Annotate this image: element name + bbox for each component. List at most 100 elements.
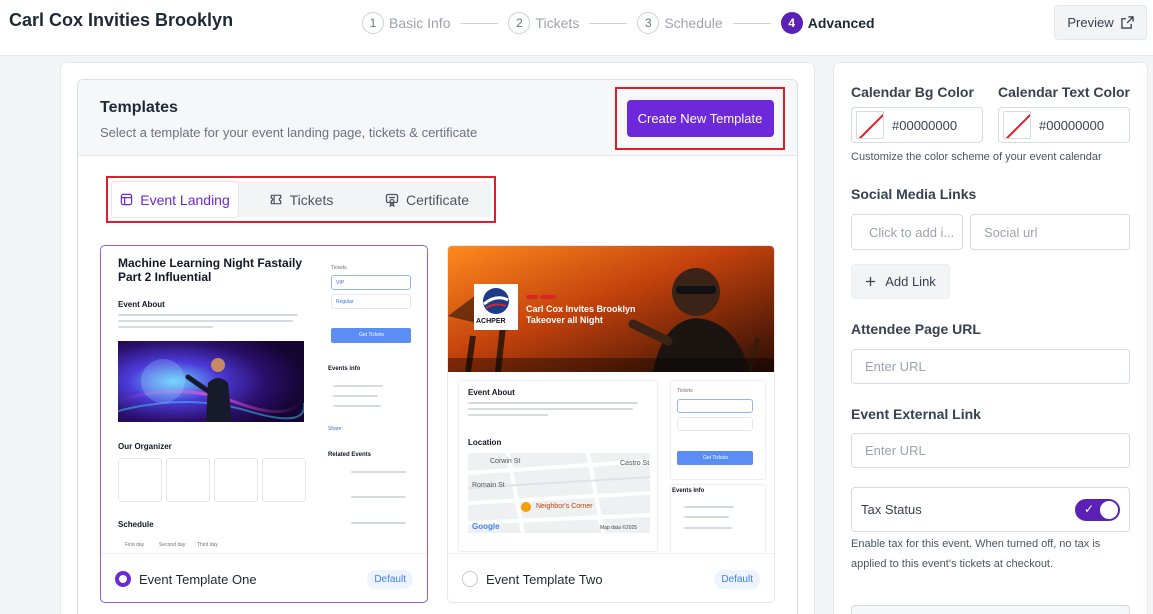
ticket-icon: [270, 194, 281, 205]
preview-text-line: [468, 414, 548, 416]
template-radio[interactable]: [115, 571, 131, 587]
attendee-url-input[interactable]: Enter URL: [851, 349, 1130, 384]
template-card-one[interactable]: Machine Learning Night Fastaily Part 2 I…: [100, 245, 428, 603]
preview-text-line: [468, 402, 638, 404]
step-label: Basic Info: [389, 15, 451, 31]
preview-third-day: Third day: [197, 542, 218, 548]
preview-text-line: [684, 506, 734, 508]
templates-header: Templates Select a template for your eve…: [78, 80, 797, 156]
preview-related-events: Related Events: [328, 452, 372, 458]
preview-text-line: [118, 326, 213, 328]
preview-text-line: [333, 385, 383, 387]
preview-second-day: Second day: [159, 542, 186, 548]
templates-section: Templates Select a template for your eve…: [77, 79, 798, 614]
template-card-two[interactable]: ACHPER Carl Cox Invites Brooklyn Takeove…: [447, 245, 775, 603]
template-card-footer: Event Template Two Default: [448, 553, 774, 602]
wizard-stepper: 1 Basic Info 2 Tickets 3 Schedule 4 Adva…: [362, 11, 875, 35]
preview-button[interactable]: Preview: [1054, 5, 1147, 40]
preview-text-line: [468, 408, 633, 410]
step-connector: [460, 22, 499, 24]
default-badge: Default: [367, 569, 413, 589]
preview-share: Share:: [328, 426, 343, 432]
create-template-button[interactable]: Create New Template: [626, 100, 774, 137]
preview-our-organizer: Our Organizer: [118, 442, 172, 451]
preview-text-line: [118, 314, 298, 316]
preview-text-line: [684, 516, 729, 518]
tab-label: Event Landing: [140, 191, 230, 208]
tab-tickets[interactable]: Tickets: [238, 182, 364, 217]
template-tabs: Event Landing Tickets Certificate: [112, 182, 490, 217]
step-number: 2: [508, 12, 531, 34]
preview-regular-row: [677, 417, 753, 431]
preview-events-info: Events info: [328, 366, 361, 372]
step-advanced[interactable]: 4 Advanced: [780, 12, 875, 34]
calendar-bg-color-input[interactable]: #00000000: [851, 107, 983, 143]
social-url-input[interactable]: Social url: [970, 214, 1130, 250]
tab-event-landing[interactable]: Event Landing: [112, 182, 238, 217]
preview-regular-row: Regular: [331, 294, 411, 309]
calendar-text-label: Calendar Text Color: [998, 84, 1130, 100]
step-schedule[interactable]: 3 Schedule: [637, 12, 723, 34]
preview-schedule: Schedule: [118, 520, 154, 529]
map-street: Castro St: [620, 460, 650, 467]
color-value: #00000000: [892, 117, 958, 133]
preview-vip-row: VIP: [331, 275, 411, 290]
create-template-highlight: Create New Template: [615, 87, 785, 150]
plus-icon: [866, 276, 876, 287]
step-label: Schedule: [664, 15, 723, 31]
map-street: Corwin St: [490, 458, 521, 465]
preview-text-line: [684, 527, 732, 529]
template-tabs-highlight: Event Landing Tickets Certificate: [106, 176, 496, 223]
template-name: Event Template One: [139, 571, 257, 587]
step-connector: [732, 22, 771, 24]
preview-text-line: [351, 522, 406, 524]
social-title: Social Media Links: [851, 186, 977, 202]
add-link-button[interactable]: Add Link: [851, 264, 950, 299]
preview-text-line: [333, 395, 378, 397]
preview-logo-text: ACHPER: [476, 318, 506, 325]
step-connector: [589, 22, 628, 24]
color-value: #00000000: [1039, 117, 1105, 133]
tab-certificate[interactable]: Certificate: [364, 182, 490, 217]
tax-status-toggle[interactable]: ✓: [1075, 498, 1120, 521]
preview-location: Location: [468, 438, 502, 447]
event-title: Carl Cox Invities Brooklyn: [9, 10, 234, 30]
add-link-label: Add Link: [885, 274, 936, 289]
step-label: Tickets: [535, 15, 580, 31]
step-number: 4: [780, 12, 803, 34]
preview-first-day: First day: [125, 542, 145, 548]
preview-get-tickets: Get Tickets: [331, 328, 411, 343]
step-number: 1: [362, 12, 384, 34]
calendar-text-color-input[interactable]: #00000000: [998, 107, 1130, 143]
preview-banner-title: Carl Cox Invites Brooklyn Takeover all N…: [526, 304, 636, 325]
step-tickets[interactable]: 2 Tickets: [508, 12, 579, 34]
map-street: Romain St: [472, 482, 505, 489]
map-place: Neighbor's Corner: [536, 503, 593, 510]
step-basic-info[interactable]: 1 Basic Info: [362, 12, 450, 34]
default-badge: Default: [714, 569, 760, 589]
calendar-help: Customize the color scheme of your event…: [851, 151, 1102, 163]
tab-label: Tickets: [289, 191, 334, 208]
top-bar: Carl Cox Invities Brooklyn 1 Basic Info …: [0, 0, 1153, 56]
preview-organizer-card: [118, 458, 162, 502]
color-swatch[interactable]: [1003, 111, 1031, 139]
template-radio[interactable]: [462, 571, 478, 587]
next-setting-row: [851, 605, 1130, 614]
preview-text-line: [351, 496, 406, 498]
toggle-knob: [1100, 500, 1118, 519]
preview-tickets: Tickets: [331, 265, 347, 271]
tab-label: Certificate: [405, 191, 470, 208]
tax-status-label: Tax Status: [861, 502, 922, 517]
external-link-input[interactable]: Enter URL: [851, 433, 1130, 468]
color-swatch[interactable]: [856, 111, 884, 139]
template-card-footer: Event Template One Default: [101, 553, 427, 602]
preview-events-info: Events Info: [672, 488, 705, 494]
calendar-bg-label: Calendar Bg Color: [851, 84, 974, 100]
social-type-select[interactable]: Click to add i...: [851, 214, 963, 250]
tax-help-line-2: applied to this event's tickets at check…: [851, 558, 1054, 570]
template-preview-one: Machine Learning Night Fastaily Part 2 I…: [101, 246, 427, 552]
map-brand: Google: [472, 522, 500, 531]
certificate-icon: [385, 193, 399, 207]
external-link-icon: [1120, 16, 1134, 29]
preview-event-about: Event About: [118, 300, 165, 309]
